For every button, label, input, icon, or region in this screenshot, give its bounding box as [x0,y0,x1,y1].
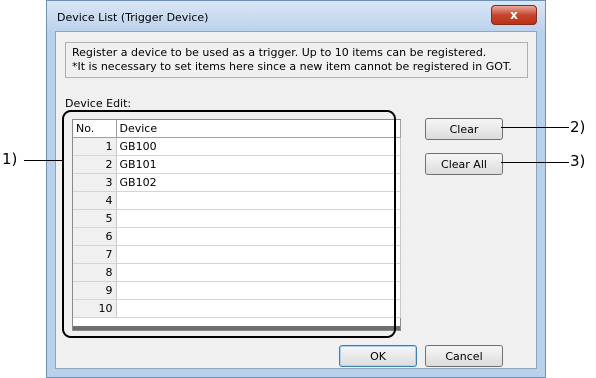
device-edit-label: Device Edit: [65,97,132,110]
callout-line-2 [501,127,569,128]
cancel-button-label: Cancel [445,349,483,363]
clear-button[interactable]: Clear [425,118,503,140]
callout-label-1: 1) [2,150,18,168]
cancel-button[interactable]: Cancel [425,345,503,367]
description-line-2: *It is necessary to set items here since… [72,60,512,73]
title-bar[interactable]: Device List (Trigger Device) x [47,1,545,31]
close-button[interactable]: x [491,5,537,25]
dialog-title: Device List (Trigger Device) [57,11,209,24]
close-icon: x [510,8,518,22]
callout-label-2: 2) [570,118,586,136]
ok-button-label: OK [370,349,386,363]
callout-highlight-frame [62,110,396,338]
callout-line-3 [501,162,569,163]
clear-all-button-label: Clear All [441,157,487,171]
callout-line-1 [24,160,64,161]
clear-button-label: Clear [449,122,479,136]
clear-all-button[interactable]: Clear All [425,153,503,175]
ok-button[interactable]: OK [339,345,417,367]
callout-label-3: 3) [570,152,586,170]
description-box: Register a device to be used as a trigge… [65,42,528,78]
description-line-1: Register a device to be used as a trigge… [72,46,487,59]
